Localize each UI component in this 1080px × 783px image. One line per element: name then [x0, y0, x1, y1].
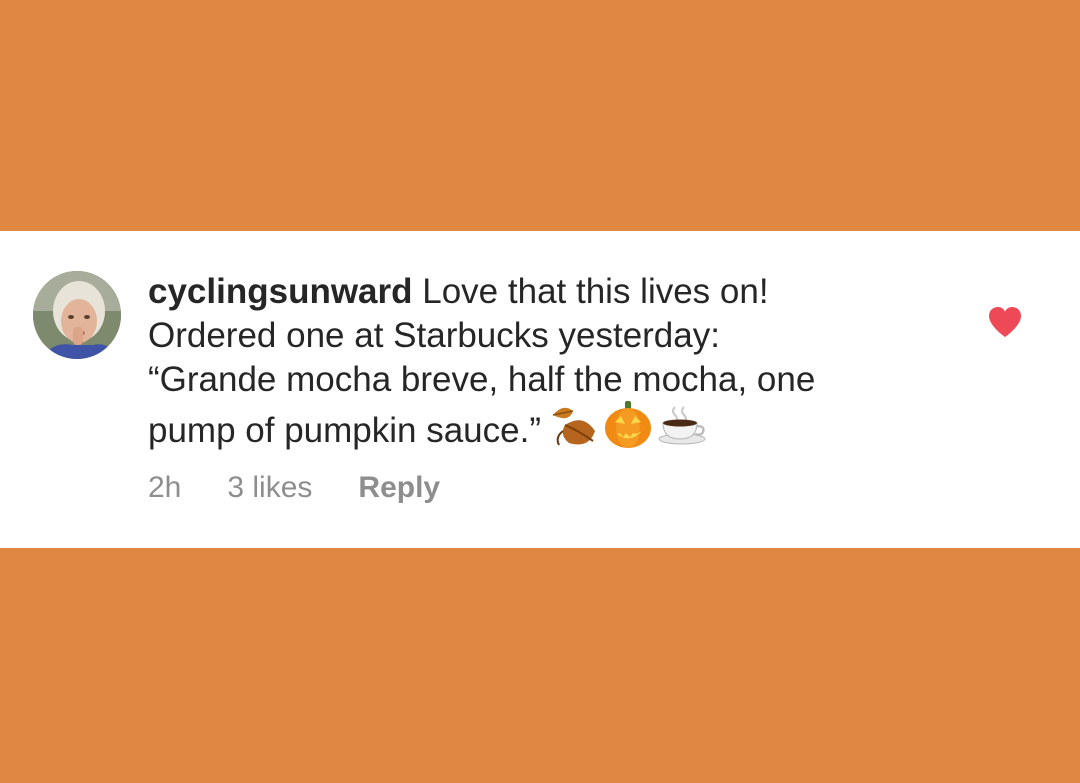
- jack-o-lantern-icon: [603, 400, 653, 461]
- hot-beverage-icon: [657, 405, 707, 456]
- comment-likes-count[interactable]: 3 likes: [227, 471, 312, 505]
- reply-button[interactable]: Reply: [358, 471, 440, 505]
- comment-timestamp: 2h: [148, 471, 182, 504]
- comment-username[interactable]: cyclingsunward: [148, 272, 413, 311]
- orange-background-top: [0, 0, 1080, 231]
- emoji-group: [549, 400, 711, 461]
- comment-text-line-4: pump of pumpkin sauce.”: [148, 410, 541, 450]
- like-heart-icon[interactable]: [987, 305, 1023, 339]
- comment-text-line-3: “Grande mocha breve, half the mocha, one: [148, 360, 816, 399]
- avatar[interactable]: [33, 271, 121, 359]
- orange-background-bottom: [0, 548, 1080, 783]
- comment-meta: 2h 3 likes Reply: [148, 471, 440, 505]
- comment-text: cyclingsunward Love that this lives on! …: [148, 270, 948, 463]
- comment-text-line-2: Ordered one at Starbucks yesterday:: [148, 316, 720, 355]
- comment-text-line-1: Love that this lives on!: [412, 272, 769, 311]
- comment-card: cyclingsunward Love that this lives on! …: [0, 231, 1080, 548]
- fallen-leaf-icon: [549, 401, 599, 460]
